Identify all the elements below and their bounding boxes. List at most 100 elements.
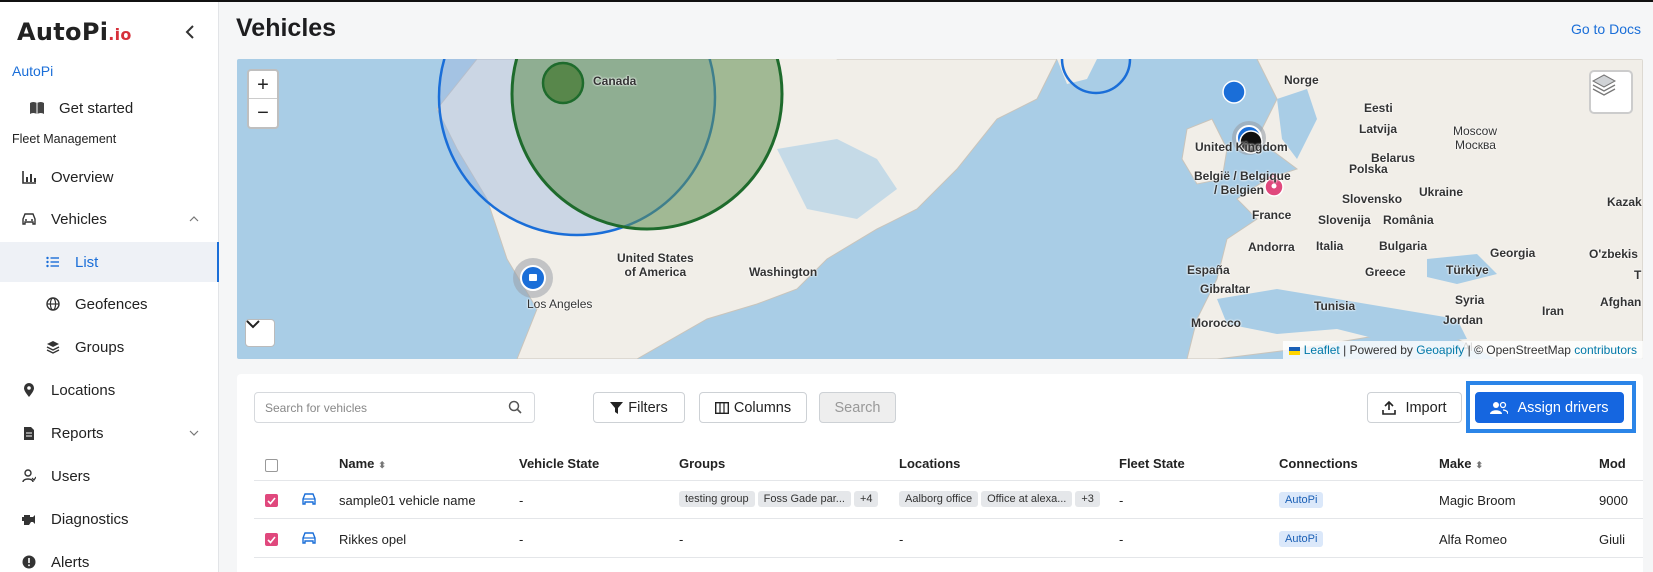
search-input[interactable] — [265, 400, 505, 415]
sidebar-item-reports[interactable]: Reports — [0, 413, 219, 453]
columns-label: Columns — [733, 399, 792, 416]
locations-cell: Aalborg office Office at alexa... +3 — [899, 490, 1103, 507]
chevron-down-icon — [246, 320, 260, 329]
location-tag: Aalborg office — [899, 491, 979, 507]
row-checkbox[interactable] — [265, 533, 278, 546]
map-label: Moscow — [1453, 124, 1498, 138]
import-button[interactable]: Import — [1367, 392, 1462, 423]
more-tag[interactable]: +3 — [1075, 491, 1100, 507]
layers-icon — [1591, 74, 1617, 96]
map-canvas — [436, 59, 1643, 359]
chart-icon — [19, 167, 39, 187]
map-label: Canada — [593, 74, 637, 88]
sidebar-item-label: Get started — [59, 99, 134, 117]
fleet-state: - — [1119, 493, 1124, 508]
groups-cell: - — [679, 532, 684, 547]
column-header-make[interactable]: Make ⬍ — [1439, 456, 1483, 471]
sidebar-item-groups[interactable]: Groups — [0, 327, 219, 367]
vehicle-name-link[interactable]: Rikkes opel — [339, 532, 406, 547]
leaflet-link[interactable]: Leaflet — [1304, 343, 1340, 357]
map-label: Gibraltar — [1200, 282, 1251, 296]
page-title: Vehicles — [236, 14, 337, 42]
map-label: O'zbekis — [1589, 247, 1638, 261]
engine-icon — [19, 509, 39, 529]
map-label: România — [1383, 213, 1434, 227]
sidebar-item-list[interactable]: List — [0, 242, 219, 282]
map-label: Slovenija — [1318, 213, 1371, 227]
sidebar-item-users[interactable]: Users — [0, 456, 219, 496]
assign-drivers-button[interactable]: Assign drivers — [1475, 392, 1624, 423]
map-label: Iran — [1542, 304, 1565, 318]
sidebar-item-label: List — [75, 253, 99, 271]
sidebar-item-geofences[interactable]: Geofences — [0, 284, 219, 324]
geoapify-link[interactable]: Geoapify — [1416, 343, 1464, 357]
column-header-name[interactable]: Name ⬍ — [339, 456, 386, 471]
filters-button[interactable]: Filters — [593, 392, 685, 423]
sidebar-item-label: Locations — [51, 381, 116, 399]
sidebar-item-diagnostics[interactable]: Diagnostics — [0, 499, 219, 539]
column-header-fleet-state: Fleet State — [1119, 456, 1185, 471]
divider — [254, 480, 1643, 481]
org-link[interactable]: AutoPi — [12, 63, 53, 79]
map-label: Tunisia — [1314, 299, 1356, 313]
docs-link[interactable]: Go to Docs — [1571, 21, 1641, 37]
zoom-out-button[interactable]: − — [249, 99, 277, 127]
collapse-sidebar-button[interactable] — [182, 22, 198, 44]
column-header-connections: Connections — [1279, 456, 1358, 471]
sidebar-item-alerts[interactable]: Alerts — [0, 542, 219, 572]
column-header-groups: Groups — [679, 456, 726, 471]
map-label: Morocco — [1191, 316, 1242, 330]
map[interactable]: Canada United States of America Washingt… — [237, 59, 1643, 359]
vehicle-name-link[interactable]: sample01 vehicle name — [339, 493, 476, 508]
sidebar-item-locations[interactable]: Locations — [0, 370, 219, 410]
sidebar-item-overview[interactable]: Overview — [0, 157, 219, 197]
expand-map-button[interactable] — [245, 319, 275, 347]
sidebar-item-label: Groups — [75, 338, 125, 356]
map-attribution: Leaflet | Powered by Geoapify | © OpenSt… — [1283, 341, 1643, 359]
map-label: Norge — [1284, 73, 1319, 87]
users-icon — [1490, 401, 1509, 414]
upload-icon — [1382, 400, 1397, 415]
sidebar-item-vehicles[interactable]: Vehicles — [0, 199, 219, 239]
map-layers-button[interactable] — [1589, 70, 1633, 114]
map-label: Kazak — [1607, 195, 1642, 209]
sidebar-item-label: Users — [51, 467, 91, 485]
car-icon — [301, 492, 317, 509]
zoom-in-button[interactable]: + — [249, 71, 277, 99]
globe-icon — [43, 294, 63, 314]
filters-label: Filters — [628, 399, 668, 416]
map-label: Bulgaria — [1379, 239, 1428, 253]
chevron-left-icon — [185, 25, 194, 39]
sort-icon: ⬍ — [378, 460, 386, 470]
assign-drivers-label: Assign drivers — [1517, 399, 1609, 416]
map-label: Jordan — [1443, 313, 1484, 327]
zoom-control: + − — [247, 69, 279, 129]
location-tag: Office at alexa... — [981, 491, 1073, 507]
map-label: Georgia — [1490, 246, 1536, 260]
sidebar: AutoPi.io AutoPi Get started Fleet Manag… — [0, 2, 219, 572]
map-label: Syria — [1455, 293, 1485, 307]
sidebar-item-get-started[interactable]: Get started — [0, 88, 219, 128]
more-tag[interactable]: +4 — [853, 491, 879, 507]
column-header-vehicle-state: Vehicle State — [519, 456, 600, 471]
map-label: Ukraine — [1419, 185, 1464, 199]
connections-cell: AutoPi — [1279, 530, 1324, 547]
sidebar-section-fleet: Fleet Management — [12, 132, 117, 146]
map-label: United Kingdom — [1195, 140, 1288, 154]
map-label: Slovensko — [1342, 192, 1403, 206]
group-tag: testing group — [679, 491, 755, 507]
contributors-link[interactable]: contributors — [1574, 343, 1637, 357]
chevron-down-icon — [189, 427, 199, 439]
row-checkbox[interactable] — [265, 494, 278, 507]
vehicle-state: - — [519, 493, 524, 508]
connection-badge: AutoPi — [1279, 492, 1324, 508]
map-label: Москва — [1455, 138, 1496, 152]
search-button[interactable]: Search — [819, 392, 896, 423]
map-label: Türkiye — [1446, 263, 1489, 277]
logo[interactable]: AutoPi.io — [17, 18, 132, 46]
map-pin-icon — [19, 380, 39, 400]
columns-button[interactable]: Columns — [699, 392, 807, 423]
book-icon — [27, 98, 47, 118]
car-icon — [19, 209, 39, 229]
select-all-checkbox[interactable] — [265, 459, 278, 472]
